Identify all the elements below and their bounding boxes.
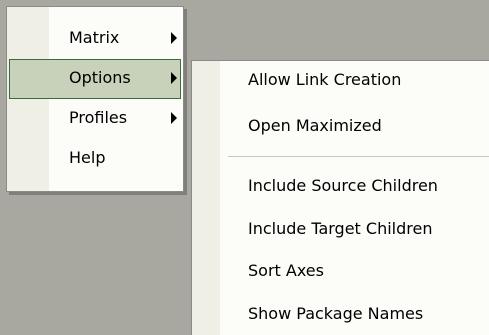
menu-item-open-maximized[interactable]: Open Maximized <box>192 109 489 143</box>
menu-item-label: Sort Axes <box>248 261 324 280</box>
menu-item-label: Show Package Names <box>248 304 424 323</box>
menu-item-matrix[interactable]: Matrix <box>9 19 181 59</box>
menu-separator <box>228 156 489 157</box>
menu-item-options[interactable]: Options <box>9 59 181 99</box>
menu-item-include-target-children[interactable]: Include Target Children <box>192 212 489 246</box>
menu-item-label: Include Target Children <box>248 219 433 238</box>
submenu-arrow-icon <box>171 72 177 84</box>
menu-item-help[interactable]: Help <box>9 139 181 179</box>
menu-item-sort-axes[interactable]: Sort Axes <box>192 254 489 288</box>
menu-item-show-package-names[interactable]: Show Package Names <box>192 297 489 331</box>
menu-item-label: Allow Link Creation <box>248 70 402 89</box>
menu-item-include-source-children[interactable]: Include Source Children <box>192 169 489 203</box>
menu-item-label: Include Source Children <box>248 176 438 195</box>
menu-item-allow-link-creation[interactable]: Allow Link Creation <box>192 63 489 97</box>
submenu-arrow-icon <box>171 32 177 44</box>
menu-item-label: Profiles <box>69 108 128 127</box>
menu-item-profiles[interactable]: Profiles <box>9 99 181 139</box>
menu-item-label: Help <box>69 148 106 167</box>
menu-item-label: Open Maximized <box>248 116 382 135</box>
submenu-arrow-icon <box>171 112 177 124</box>
main-menu: Matrix Options Profiles Help <box>6 6 184 192</box>
menu-item-label: Options <box>69 68 131 87</box>
menu-item-label: Matrix <box>69 28 120 47</box>
options-submenu: Allow Link Creation Open Maximized Inclu… <box>191 60 489 335</box>
